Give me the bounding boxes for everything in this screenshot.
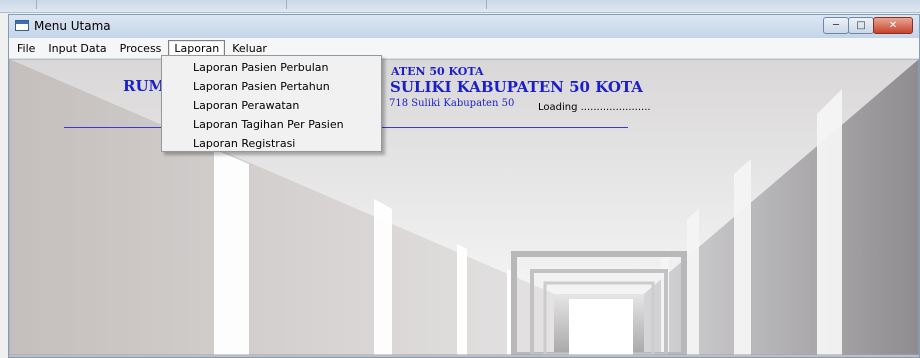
top-strip-segment bbox=[36, 0, 287, 9]
menu-file[interactable]: File bbox=[11, 40, 41, 57]
menu-item-laporan-registrasi[interactable]: Laporan Registrasi bbox=[162, 134, 381, 153]
title-bar[interactable]: Menu Utama ─ □ ✕ bbox=[9, 15, 919, 38]
close-icon: ✕ bbox=[888, 20, 898, 31]
main-window: Menu Utama ─ □ ✕ File Input Data Process… bbox=[8, 14, 920, 358]
menu-item-laporan-pasien-perbulan[interactable]: Laporan Pasien Perbulan bbox=[162, 58, 381, 77]
top-strip-segment bbox=[286, 0, 487, 9]
window-title: Menu Utama bbox=[34, 19, 111, 33]
maximize-button[interactable]: □ bbox=[848, 17, 874, 34]
header-line-2-left: RUM bbox=[123, 77, 166, 95]
menu-item-laporan-tagihan-per-pasien[interactable]: Laporan Tagihan Per Pasien bbox=[162, 115, 381, 134]
header-line-1: ATEN 50 KOTA bbox=[391, 65, 484, 78]
menu-process[interactable]: Process bbox=[114, 40, 168, 57]
close-button[interactable]: ✕ bbox=[873, 17, 913, 34]
client-area: ATEN 50 KOTA RUM SULIKI KABUPATEN 50 KOT… bbox=[9, 59, 919, 357]
maximize-icon: □ bbox=[856, 20, 866, 31]
menu-item-laporan-pasien-pertahun[interactable]: Laporan Pasien Pertahun bbox=[162, 77, 381, 96]
app-window-icon bbox=[15, 20, 29, 31]
minimize-icon: ─ bbox=[832, 20, 840, 31]
menu-keluar[interactable]: Keluar bbox=[226, 40, 273, 57]
menu-bar: File Input Data Process Laporan Keluar bbox=[9, 38, 919, 59]
parent-window-top-strip bbox=[0, 0, 920, 13]
minimize-button[interactable]: ─ bbox=[823, 17, 849, 34]
header-address: 718 Suliki Kabupaten 50 bbox=[389, 98, 515, 109]
window-controls: ─ □ ✕ bbox=[823, 17, 913, 35]
menu-input-data[interactable]: Input Data bbox=[42, 40, 112, 57]
menu-item-laporan-perawatan[interactable]: Laporan Perawatan bbox=[162, 96, 381, 115]
top-strip-segment bbox=[0, 0, 37, 9]
laporan-dropdown-menu: Laporan Pasien Perbulan Laporan Pasien P… bbox=[161, 55, 382, 152]
header-line-2-right: SULIKI KABUPATEN 50 KOTA bbox=[390, 78, 643, 96]
menu-laporan[interactable]: Laporan bbox=[168, 39, 226, 57]
loading-text: Loading ...................... bbox=[538, 102, 651, 113]
